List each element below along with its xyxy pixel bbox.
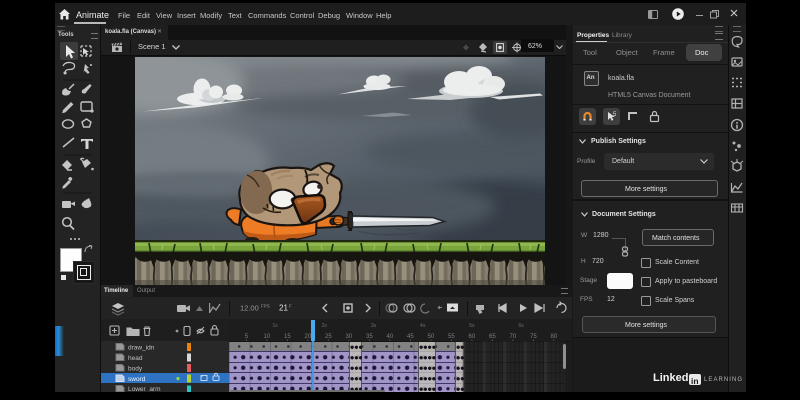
svg-text:50: 50 xyxy=(428,334,435,340)
svg-text:draw_idn: draw_idn xyxy=(128,345,155,352)
svg-text:45: 45 xyxy=(407,334,414,340)
svg-text:12.00: 12.00 xyxy=(240,304,259,313)
svg-text:2s: 2s xyxy=(322,323,328,329)
svg-text:75: 75 xyxy=(530,334,537,340)
svg-text:70: 70 xyxy=(510,334,517,340)
svg-text:5: 5 xyxy=(613,112,617,118)
svg-text:body: body xyxy=(128,366,143,373)
svg-text:10: 10 xyxy=(264,334,271,340)
svg-text:21: 21 xyxy=(279,304,288,313)
svg-text:sword: sword xyxy=(128,376,146,383)
svg-text:25: 25 xyxy=(325,334,332,340)
svg-text:55: 55 xyxy=(448,334,455,340)
svg-text:FPS: FPS xyxy=(261,304,270,309)
svg-text:65: 65 xyxy=(489,334,496,340)
svg-text:40: 40 xyxy=(387,334,394,340)
svg-text:5: 5 xyxy=(245,334,249,340)
svg-text:F: F xyxy=(289,304,292,309)
svg-text:80: 80 xyxy=(551,334,558,340)
svg-text:3s: 3s xyxy=(371,323,377,329)
svg-text:5s: 5s xyxy=(469,323,475,329)
svg-text:15: 15 xyxy=(284,334,291,340)
svg-text:4s: 4s xyxy=(420,323,426,329)
svg-text:35: 35 xyxy=(366,334,373,340)
svg-text:30: 30 xyxy=(346,334,353,340)
svg-text:1s: 1s xyxy=(272,323,278,329)
svg-text:6s: 6s xyxy=(518,323,524,329)
svg-text:60: 60 xyxy=(469,334,476,340)
svg-text:head: head xyxy=(128,355,143,362)
